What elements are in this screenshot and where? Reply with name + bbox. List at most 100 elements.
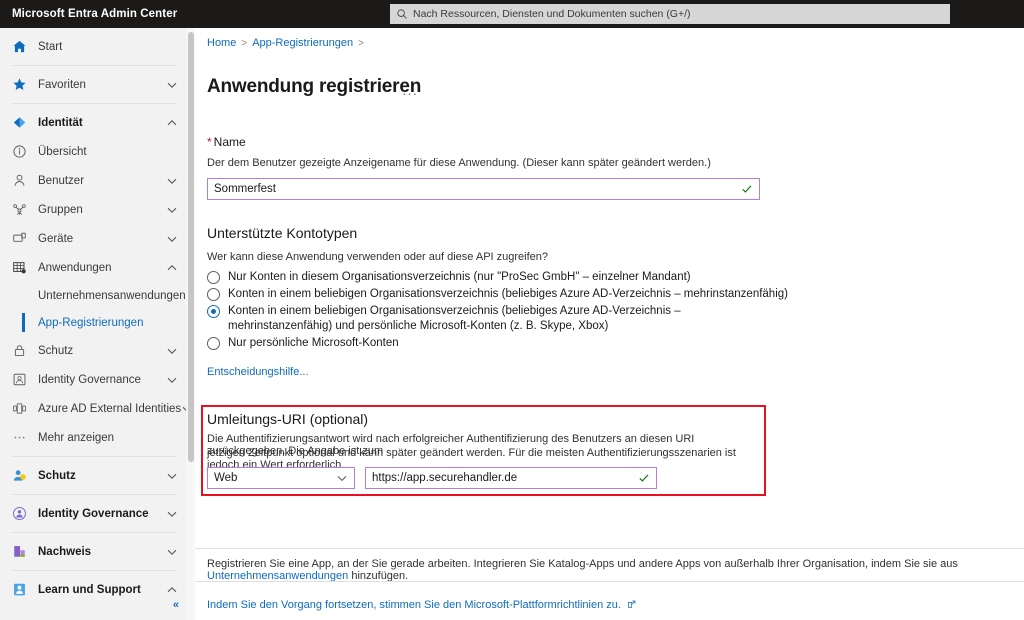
account-type-option-personal-only[interactable]: Nur persönliche Microsoft-Konten	[207, 336, 827, 351]
radio-button[interactable]	[207, 271, 220, 284]
chevron-down-icon[interactable]	[166, 233, 178, 245]
footer-divider-bottom	[195, 581, 1024, 582]
account-type-option-label: Konten in einem beliebigen Organisations…	[228, 288, 788, 300]
sidebar-item-label: Nachweis	[38, 545, 92, 558]
sidebar-item-schutz[interactable]: Schutz	[0, 336, 188, 365]
footer-note: Registrieren Sie eine App, an der Sie ge…	[207, 558, 1012, 582]
account-type-option-multitenant-and-personal[interactable]: Konten in einem beliebigen Organisations…	[207, 304, 747, 334]
collapse-sidebar-button[interactable]: «	[173, 599, 179, 611]
chevron-down-icon[interactable]	[166, 470, 178, 482]
sidebar-item-mehr-anzeigen[interactable]: Mehr anzeigen	[0, 423, 188, 452]
breadcrumb-separator-icon: >	[358, 37, 364, 49]
sidebar-divider	[12, 532, 176, 533]
account-type-option-label: Nur persönliche Microsoft-Konten	[228, 337, 399, 349]
sidebar-divider	[12, 65, 176, 66]
external-link-icon[interactable]	[627, 600, 636, 609]
sidebar-item-gruppen[interactable]: Gruppen	[0, 195, 188, 224]
identity-diamond-icon	[10, 114, 28, 132]
chevron-down-icon[interactable]	[166, 546, 178, 558]
account-type-option-label: Nur Konten in diesem Organisationsverzei…	[228, 271, 691, 283]
search-input[interactable]: Nach Ressourcen, Diensten und Dokumenten…	[413, 8, 691, 20]
sidebar-item-label: Start	[38, 40, 63, 53]
sidebar-item-uebersicht[interactable]: Übersicht	[0, 137, 188, 166]
sidebar-item-label: Geräte	[38, 232, 74, 245]
governance-icon	[10, 371, 28, 389]
redirect-uri-platform-select[interactable]: Web	[207, 467, 355, 489]
sidebar-item-start[interactable]: Start	[0, 32, 188, 61]
name-description: Der dem Benutzer gezeigte Anzeigename fü…	[207, 157, 711, 169]
chevron-down-icon[interactable]	[166, 175, 178, 187]
chevron-up-icon[interactable]	[166, 262, 178, 274]
protection-color-icon	[10, 467, 28, 485]
chevron-down-icon[interactable]	[166, 345, 178, 357]
sidebar-item-label: Azure AD External Identities	[38, 402, 182, 415]
sidebar-item-label: Benutzer	[38, 174, 85, 187]
breadcrumb-app-registrierungen-link[interactable]: App-Registrierungen	[252, 37, 353, 49]
sidebar-item-label: Schutz	[38, 344, 74, 357]
account-types-heading: Unterstützte Kontotypen	[207, 225, 358, 241]
name-input[interactable]: Sommerfest	[207, 178, 760, 200]
radio-button-selected[interactable]	[207, 305, 220, 318]
main-content: Home > App-Registrierungen > Anwendung r…	[195, 28, 1024, 620]
info-circle-icon	[10, 143, 28, 161]
account-type-option-multitenant[interactable]: Konten in einem beliebigen Organisations…	[207, 287, 827, 302]
sidebar-item-anwendungen[interactable]: Anwendungen	[0, 253, 188, 282]
ellipsis-icon	[10, 429, 28, 447]
footer-note-part1: Registrieren Sie eine App, an der Sie ge…	[207, 558, 958, 570]
decision-help-link-wrap: Entscheidungshilfe...	[207, 366, 309, 378]
sidebar-item-nachweis[interactable]: Nachweis	[0, 537, 188, 566]
name-input-value: Sommerfest	[214, 183, 276, 195]
radio-button[interactable]	[207, 337, 220, 350]
name-label: * Name	[207, 135, 246, 149]
breadcrumb: Home > App-Registrierungen >	[207, 37, 364, 49]
sidebar-item-identitaet[interactable]: Identität	[0, 108, 188, 137]
checkmark-icon	[742, 185, 752, 193]
user-icon	[10, 172, 28, 190]
sidebar-item-benutzer[interactable]: Benutzer	[0, 166, 188, 195]
global-search[interactable]: Nach Ressourcen, Diensten und Dokumenten…	[390, 4, 950, 24]
checkmark-icon	[639, 474, 649, 482]
app-title: Microsoft Entra Admin Center	[12, 8, 178, 20]
radio-button[interactable]	[207, 288, 220, 301]
lock-icon	[10, 342, 28, 360]
decision-help-link[interactable]: Entscheidungshilfe...	[207, 366, 309, 378]
verification-color-icon	[10, 543, 28, 561]
page-title: Anwendung registrieren	[207, 76, 422, 97]
sidebar-item-label: Identität	[38, 116, 83, 129]
chevron-down-icon[interactable]	[166, 79, 178, 91]
more-options-icon[interactable]: ···	[402, 86, 418, 101]
sidebar-item-app-registrierungen[interactable]: App-Registrierungen	[0, 309, 188, 336]
home-icon	[10, 38, 28, 56]
sidebar-item-label: App-Registrierungen	[38, 316, 144, 329]
external-identities-icon	[10, 400, 28, 418]
page-scrollbar-thumb[interactable]	[187, 32, 194, 462]
sidebar-item-identity-governance-group[interactable]: Identity Governance	[0, 499, 188, 528]
sidebar-item-geraete[interactable]: Geräte	[0, 224, 188, 253]
redirect-uri-input[interactable]: https://app.securehandler.de	[365, 467, 657, 489]
chevron-down-icon[interactable]	[166, 204, 178, 216]
device-icon	[10, 230, 28, 248]
sidebar-item-schutz-group[interactable]: Schutz	[0, 461, 188, 490]
sidebar-item-azure-ad-external-identities[interactable]: Azure AD External Identities	[0, 394, 188, 423]
required-marker: *	[207, 135, 212, 149]
sidebar-item-label: Identity Governance	[38, 507, 149, 520]
chevron-down-icon[interactable]	[336, 472, 348, 484]
sidebar-item-label: Identity Governance	[38, 373, 141, 386]
sidebar-item-label: Übersicht	[38, 145, 87, 158]
terms-row: Indem Sie den Vorgang fortsetzen, stimme…	[207, 599, 636, 611]
sidebar-divider	[12, 103, 176, 104]
account-types-question: Wer kann diese Anwendung verwenden oder …	[207, 251, 549, 263]
chevron-up-icon[interactable]	[166, 117, 178, 129]
breadcrumb-home-link[interactable]: Home	[207, 37, 236, 49]
apps-grid-icon	[10, 259, 28, 277]
sidebar-item-unternehmensanwendungen[interactable]: Unternehmensanwendungen	[0, 282, 188, 309]
sidebar-item-label: Anwendungen	[38, 261, 112, 274]
groups-icon	[10, 201, 28, 219]
sidebar-item-favoriten[interactable]: Favoriten	[0, 70, 188, 99]
account-type-option-single-tenant[interactable]: Nur Konten in diesem Organisationsverzei…	[207, 270, 827, 285]
sidebar-item-identity-governance[interactable]: Identity Governance	[0, 365, 188, 394]
redirect-uri-input-value: https://app.securehandler.de	[372, 472, 518, 484]
chevron-down-icon[interactable]	[166, 374, 178, 386]
chevron-down-icon[interactable]	[166, 508, 178, 520]
platform-policies-link[interactable]: Indem Sie den Vorgang fortsetzen, stimme…	[207, 599, 621, 611]
